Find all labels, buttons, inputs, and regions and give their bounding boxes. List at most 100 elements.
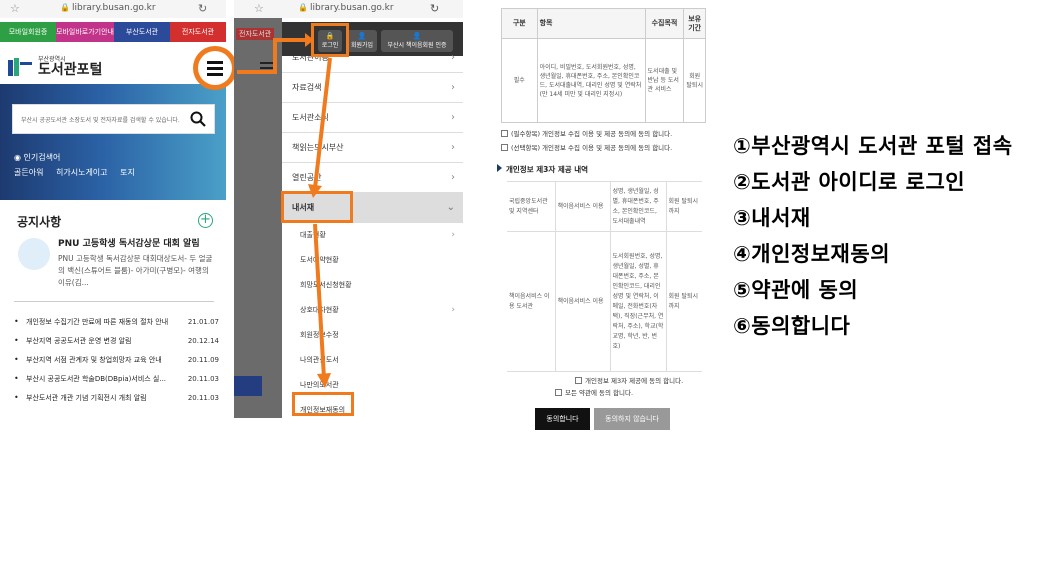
search-box[interactable]: 부산시 공공도서관 소장도서 및 전자자료를 검색할 수 있습니다.: [12, 104, 215, 134]
url-text: library.busan.go.kr: [310, 3, 394, 13]
search-icon[interactable]: [190, 111, 206, 127]
chevron-right-icon: ›: [451, 142, 455, 153]
section-marker-icon: [497, 164, 502, 172]
list-item[interactable]: • 개인정보 수집기간 만료에 따른 재동의 절차 안내 21.01.07: [14, 312, 219, 331]
chevron-right-icon: ›: [451, 230, 455, 240]
portal-logo[interactable]: 부산광역시 도서관포털: [8, 56, 102, 78]
login-highlight-box: [311, 23, 349, 57]
table-cell: 국립중앙도서관 및 지역센터: [507, 181, 555, 232]
brand-title: 도서관포털: [38, 62, 103, 78]
lock-icon: 🔒: [60, 3, 70, 12]
table-cell: 회원 탈퇴시까지: [665, 231, 702, 372]
table-cell: 도서대출 및 반납 등 도서관 서비스: [644, 38, 685, 123]
hamburger-icon: [207, 61, 223, 76]
popular-dot-icon: ◉: [14, 153, 21, 162]
checkbox-icon: [501, 129, 508, 137]
step-4: ④개인정보재동의: [733, 242, 891, 266]
table-cell: 도서회원번호, 성명, 생년월일, 성별, 휴대폰번호, 주소, 본인확인코드,…: [609, 231, 666, 372]
bookmark-star-icon[interactable]: ☆: [10, 2, 20, 15]
arrow-connector: [237, 70, 275, 74]
bookmark-star-icon[interactable]: ☆: [254, 2, 264, 15]
chevron-right-icon: ›: [451, 52, 455, 63]
arrow-connector: [273, 38, 307, 42]
search-placeholder: 부산시 공공도서관 소장도서 및 전자자료를 검색할 수 있습니다.: [21, 117, 180, 124]
notice-list: • 개인정보 수집기간 만료에 따른 재동의 절차 안내 21.01.07 • 부산지…: [14, 312, 219, 407]
table-header: 항목: [536, 8, 646, 39]
feature-notice-body: PNU 고등학생 독서감상문 대회대상도서- 두 얼굴의 백신(스튜어트 블룸)…: [58, 254, 213, 287]
dimmed-e-library-tab: 전자도서관: [236, 28, 275, 40]
arrow-connector: [308, 57, 332, 388]
nav-busan-library[interactable]: 부산도서관: [113, 22, 170, 42]
hamburger-menu-button[interactable]: [198, 51, 232, 85]
notice-more-plus-icon[interactable]: +: [198, 213, 213, 228]
chevron-right-icon: ›: [451, 305, 455, 315]
consent-form-screen: 구분 항목 수집목적 보유기간 필수 아이디, 비밀번호, 도서회원번호, 성명…: [497, 0, 710, 432]
notice-heading: 공지사항: [17, 215, 62, 229]
step-5: ⑤약관에 동의: [733, 278, 859, 302]
reconsent-highlight-box: [292, 392, 354, 416]
agree-button[interactable]: 동의합니다: [535, 408, 590, 430]
browser-url-bar[interactable]: ☆ 🔒 library.busan.go.kr ↻: [234, 0, 463, 18]
list-item[interactable]: • 부산시 공공도서관 학술DB(DBpia)서비스 실... 20.11.03: [14, 369, 219, 388]
step-6: ⑥동의합니다: [733, 314, 851, 338]
third-party-consent-checkbox[interactable]: 개인정보 제3자 제공에 동의 합니다.: [575, 375, 683, 385]
arrow-head-icon: [305, 33, 314, 47]
list-item[interactable]: • 부산지역 서점 관계자 및 창업희망자 교육 안내 20.11.09: [14, 350, 219, 369]
table-header: 수집목적: [644, 8, 685, 39]
popular-keywords: ◉ 인기검색어 골든아워 히가시노게이고 토지: [14, 152, 145, 178]
arrow-connector: [273, 38, 277, 74]
step-instructions: ①부산광역시 도서관 포털 접속 ②도서관 아이디로 로그인 ③내서재 ④개인정…: [733, 131, 1038, 347]
dimmed-block: [234, 376, 262, 396]
checkbox-icon: [575, 376, 582, 384]
table-cell: 회원 탈퇴시: [683, 38, 706, 123]
browser-url-bar[interactable]: ☆ 🔒 library.busan.go.kr ↻: [0, 0, 226, 18]
required-consent-checkbox[interactable]: (필수항목) 개인정보 수집 이용 및 제공 동의에 동의 합니다.: [501, 128, 672, 138]
chevron-right-icon: ›: [451, 112, 455, 123]
url-text: library.busan.go.kr: [72, 3, 156, 13]
table-cell: 회원 탈퇴시까지: [665, 181, 702, 232]
chevron-right-icon: ›: [451, 172, 455, 183]
dimmed-background: 전자도서관: [234, 18, 282, 418]
table-cell: 책이음서비스 이용: [554, 231, 610, 372]
optional-consent-checkbox[interactable]: (선택항목) 개인정보 수집 이용 및 제공 동의에 동의 합니다.: [501, 142, 672, 152]
third-party-heading: 개인정보 제3자 제공 내역: [497, 164, 588, 175]
nav-e-library[interactable]: 전자도서관: [170, 22, 226, 42]
table-header: 보유기간: [683, 8, 706, 39]
checkbox-icon: [501, 143, 508, 151]
table-cell: 책이음서비스 이용 도서관: [507, 231, 555, 372]
feature-notice-title[interactable]: PNU 고등학생 독서감상문 대회 알림: [58, 236, 200, 249]
chevron-down-icon: ⌄: [446, 202, 455, 213]
lock-icon: 🔒: [298, 3, 308, 12]
library-logo-icon: [8, 58, 34, 76]
user-plus-icon: 👤: [412, 32, 422, 40]
agree-all-checkbox[interactable]: 모든 약관에 동의 합니다.: [555, 387, 633, 397]
step-2: ②도서관 아이디로 로그인: [733, 170, 966, 194]
reload-icon[interactable]: ↻: [198, 2, 207, 15]
hero-banner: [0, 84, 226, 200]
table-cell: 필수: [501, 38, 538, 123]
keyword-link[interactable]: 골든아워: [14, 168, 43, 177]
step-1: ①부산광역시 도서관 포털 접속: [733, 134, 1013, 158]
collection-table: 구분 항목 수집목적 보유기간 필수 아이디, 비밀번호, 도서회원번호, 성명…: [501, 8, 706, 123]
step-3: ③내서재: [733, 206, 811, 230]
checkbox-icon: [555, 388, 562, 396]
table-header: 구분: [501, 8, 538, 39]
list-item[interactable]: • 부산지역 공공도서관 운영 변경 알림 20.12.14: [14, 331, 219, 350]
table-cell: 책이음서비스 이용: [554, 181, 610, 232]
chevron-right-icon: ›: [451, 82, 455, 93]
list-item[interactable]: • 부산도서관 개관 기념 기획전시 개최 알림 20.11.03: [14, 388, 219, 407]
divider: [14, 301, 214, 302]
feature-notice-icon: [18, 238, 50, 270]
reload-icon[interactable]: ↻: [430, 2, 439, 15]
mobile-home-screen: ☆ 🔒 library.busan.go.kr ↻ 모바일회원증 모바일바로가기…: [0, 0, 226, 418]
user-plus-icon: 👤: [357, 32, 367, 40]
nav-mobile-shortcut[interactable]: 모바일바로가기안내: [56, 22, 114, 42]
table-cell: 아이디, 비밀번호, 도서회원번호, 성명, 생년월일, 휴대폰번호, 주소, …: [536, 38, 646, 123]
keyword-link[interactable]: 토지: [120, 168, 135, 177]
table-cell: 성명, 생년월일, 성별, 휴대폰번호, 주소, 본인확인코드, 도서대출내역: [609, 181, 666, 232]
popular-label: 인기검색어: [23, 153, 61, 162]
disagree-button[interactable]: 동의하지 않습니다: [594, 408, 670, 430]
keyword-link[interactable]: 히가시노게이고: [56, 168, 108, 177]
top-quick-nav: 모바일회원증 모바일바로가기안내 부산도서관 전자도서관: [0, 22, 226, 42]
nav-mobile-card[interactable]: 모바일회원증: [0, 22, 57, 42]
